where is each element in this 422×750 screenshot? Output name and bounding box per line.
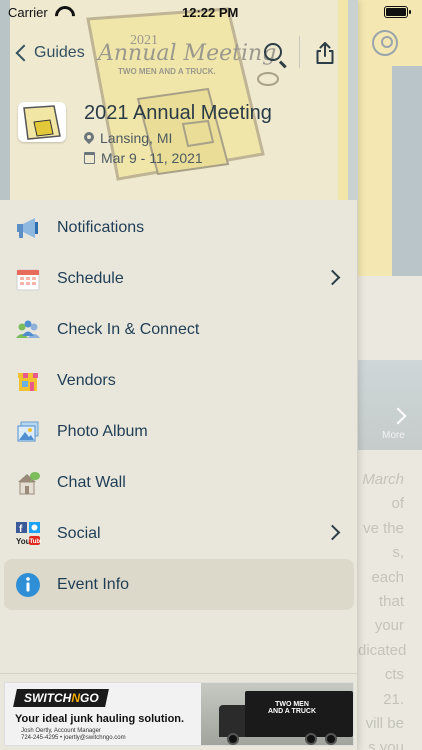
menu-item-label: Photo Album (57, 422, 148, 440)
ad-contact: Josh Oertly, Account Manager 724-245-429… (21, 728, 126, 742)
sponsor-ad-banner[interactable]: SWITCHNGO Your ideal junk hauling soluti… (4, 682, 354, 746)
carrier-label: Carrier (8, 4, 48, 20)
event-dates-text: Mar 9 - 11, 2021 (101, 150, 203, 166)
event-logo-thumbnail (18, 102, 66, 142)
battery-icon (384, 6, 411, 18)
status-time: 12:22 PM (182, 4, 239, 20)
side-drawer: 2021 Annual Meeting TWO MEN AND A TRUCK.… (0, 0, 358, 750)
calendar-small-icon (84, 152, 95, 164)
menu-item-label: Chat Wall (57, 473, 126, 491)
background-text-line: your (374, 617, 404, 635)
background-text-line: cts (384, 666, 404, 684)
background-text: March of ve the s, each that your dicate… (358, 468, 422, 750)
brand-part: SWITCH (23, 691, 71, 705)
nav-divider (299, 36, 300, 68)
header-stripe (338, 0, 348, 200)
event-title: 2021 Annual Meeting (84, 102, 272, 124)
truck-wheel (305, 733, 317, 745)
truck-wheel (325, 733, 337, 745)
event-dates: Mar 9 - 11, 2021 (84, 150, 203, 166)
status-bar: Carrier 12:22 PM (0, 0, 422, 24)
menu-item-label: Schedule (57, 269, 124, 287)
share-icon[interactable] (316, 42, 334, 64)
background-text-line: March (362, 471, 404, 488)
sponsor-logo: SWITCHNGO (13, 689, 109, 707)
menu-item-label: Event Info (57, 575, 130, 593)
menu-item-label: Social (57, 524, 101, 542)
drawer-menu: Notifications Schedule Check In & Connec… (0, 202, 358, 610)
back-button-label: Guides (34, 44, 85, 61)
chevron-right-icon (324, 524, 341, 541)
menu-item-social[interactable]: f You Tube Social (0, 508, 358, 559)
background-page: More March of ve the s, each that your d… (358, 0, 422, 750)
storefront-icon (14, 367, 42, 395)
menu-item-event-info[interactable]: Event Info (4, 559, 354, 610)
background-text-line: vill be (365, 715, 404, 733)
menu-item-notifications[interactable]: Notifications (0, 202, 358, 253)
chevron-left-icon (15, 44, 33, 62)
background-text-line: s, each (371, 544, 404, 586)
more-label: More (382, 430, 405, 441)
back-button[interactable]: Guides (14, 44, 85, 62)
location-pin-icon (84, 132, 94, 145)
wifi-icon (54, 6, 70, 18)
menu-item-label: Vendors (57, 371, 116, 389)
menu-item-label: Check In & Connect (57, 320, 200, 338)
background-text-line: that (378, 593, 404, 611)
svg-text:Tube: Tube (30, 539, 42, 545)
background-text-line: dicated (358, 641, 407, 659)
header-stripe (348, 0, 358, 200)
ad-truck-image: TWO MEN AND A TRUCK (201, 683, 353, 745)
menu-item-check-in-connect[interactable]: Check In & Connect (0, 304, 358, 355)
ad-contact-line: Josh Oertly, Account Manager (21, 728, 101, 734)
background-text-line: s you (368, 739, 404, 750)
menu-item-photo-album[interactable]: Photo Album (0, 406, 358, 457)
header-stripe (0, 0, 10, 200)
event-location: Lansing, MI (84, 130, 172, 146)
sponsor-logo-text: SWITCHNGO (24, 691, 99, 705)
drawer-header: 2021 Annual Meeting TWO MEN AND A TRUCK.… (0, 0, 358, 200)
brand-part: N (70, 691, 80, 705)
navigation-bar: Guides (14, 36, 344, 70)
background-banner (358, 66, 422, 276)
people-icon (14, 316, 42, 344)
brand-part: GO (79, 691, 99, 705)
social-icons: f You Tube (14, 520, 42, 548)
menu-item-chat-wall[interactable]: Chat Wall (0, 457, 358, 508)
menu-item-vendors[interactable]: Vendors (0, 355, 358, 406)
background-text-line: 21. (383, 690, 404, 708)
calendar-icon (14, 265, 42, 293)
event-location-text: Lansing, MI (100, 130, 173, 146)
background-text-line: of (391, 495, 404, 513)
background-text-line: ve the (363, 519, 404, 537)
status-left: Carrier (8, 5, 70, 20)
user-profile-icon[interactable] (372, 30, 398, 56)
megaphone-icon (14, 214, 42, 242)
ad-contact-line: 724-245-4295 • joertly@switchngo.com (21, 735, 126, 741)
chat-house-icon (14, 469, 42, 497)
menu-item-schedule[interactable]: Schedule (0, 253, 358, 304)
ad-tagline: Your ideal junk hauling solution. (15, 713, 185, 725)
search-icon[interactable] (264, 43, 282, 61)
ad-divider (0, 673, 358, 674)
menu-item-label: Notifications (57, 218, 145, 236)
truck-label: TWO MEN AND A TRUCK (267, 701, 317, 715)
truck-wheel (227, 733, 239, 745)
photo-icon (14, 418, 42, 446)
info-icon (14, 571, 42, 599)
chevron-right-icon (324, 269, 341, 286)
svg-text:You: You (16, 537, 31, 546)
